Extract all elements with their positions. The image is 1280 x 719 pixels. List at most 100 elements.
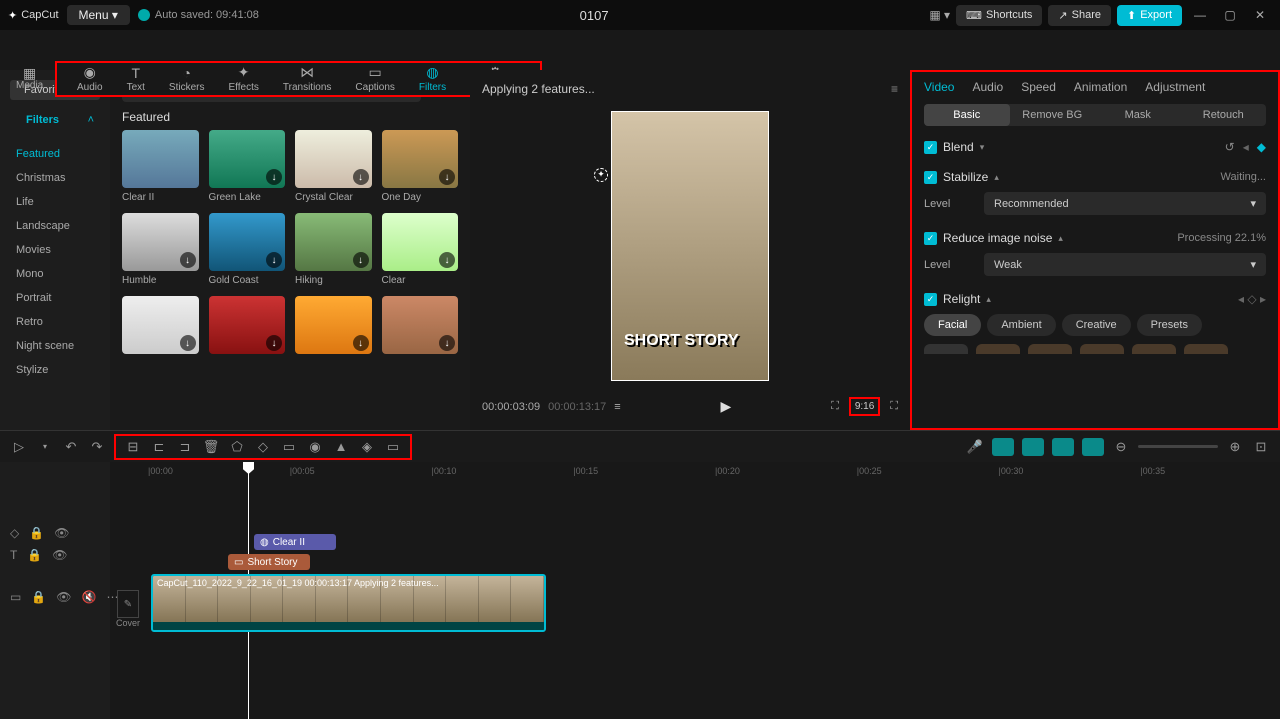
download-icon[interactable]: ↓ <box>439 169 455 185</box>
filter-item[interactable]: ↓ <box>122 296 199 354</box>
keyframe-icon[interactable]: ◆ <box>1257 140 1266 154</box>
filter-one-day[interactable]: ↓One Day <box>382 130 459 203</box>
mirror-icon[interactable]: ▲ <box>332 438 350 456</box>
split-left-icon[interactable]: ⊏ <box>150 438 168 456</box>
list-icon[interactable]: ≡ <box>614 401 620 413</box>
prop-tab-video[interactable]: Video <box>924 80 954 94</box>
sidebar-item-stylize[interactable]: Stylize <box>0 358 110 382</box>
aspect-ratio[interactable]: 9:16 <box>849 397 880 416</box>
export-button[interactable]: ⬆ Export <box>1117 5 1182 26</box>
nav-captions[interactable]: ▭Captions <box>343 63 406 96</box>
filter-gold-coast[interactable]: ↓Gold Coast <box>209 213 286 286</box>
menu-button[interactable]: Menu ▾ <box>67 5 130 25</box>
download-icon[interactable]: ↓ <box>353 169 369 185</box>
zoom-slider[interactable] <box>1138 445 1218 448</box>
timeline-ruler[interactable]: |00:00 |00:05 |00:10 |00:15 |00:20 |00:2… <box>146 466 1280 484</box>
relight-checkbox[interactable]: ✓ <box>924 293 937 306</box>
sidebar-item-featured[interactable]: Featured <box>0 142 110 166</box>
tool-icon[interactable]: ◉ <box>306 438 324 456</box>
sidebar-item-portrait[interactable]: Portrait <box>0 286 110 310</box>
dropdown-icon[interactable]: ▾ <box>36 438 54 456</box>
nav-text[interactable]: TText <box>115 63 157 96</box>
fullscreen-icon[interactable]: ⛶ <box>890 400 898 413</box>
filter-item[interactable]: ↓ <box>295 296 372 354</box>
chevron-up-icon[interactable]: ▴ <box>994 172 999 183</box>
link-button[interactable] <box>1022 438 1044 456</box>
filter-clear[interactable]: ↓Clear <box>382 213 459 286</box>
relight-tab-ambient[interactable]: Ambient <box>987 314 1055 336</box>
track-toggle-icon[interactable]: ▭ <box>10 590 21 604</box>
fit-icon[interactable]: ⊡ <box>1252 438 1270 456</box>
subtab-mask[interactable]: Mask <box>1095 104 1181 126</box>
download-icon[interactable]: ↓ <box>353 335 369 351</box>
download-icon[interactable]: ↓ <box>180 335 196 351</box>
chevron-down-icon[interactable]: ▾ <box>980 142 985 153</box>
preview-button[interactable] <box>1052 438 1074 456</box>
scale-icon[interactable]: ⛶ <box>831 400 839 413</box>
track-lock-icon[interactable]: 🔒 <box>27 548 42 562</box>
selection-tool-icon[interactable]: ▷ <box>10 438 28 456</box>
keyframe-nav-icon[interactable]: ◂ ◇ ▸ <box>1238 292 1266 306</box>
track-lock-icon[interactable]: 🔒 <box>29 526 44 540</box>
sidebar-item-christmas[interactable]: Christmas <box>0 166 110 190</box>
prop-tab-speed[interactable]: Speed <box>1021 80 1056 94</box>
track-visible-icon[interactable]: 👁 <box>54 526 69 540</box>
nav-audio[interactable]: ◉Audio <box>65 63 115 96</box>
track-lock-icon[interactable]: 🔒 <box>31 590 46 604</box>
download-icon[interactable]: ↓ <box>266 169 282 185</box>
filter-humble[interactable]: ↓Humble <box>122 213 199 286</box>
cover-button[interactable]: ✎ <box>117 590 139 618</box>
sidebar-item-life[interactable]: Life <box>0 190 110 214</box>
chevron-up-icon[interactable]: ▴ <box>1058 233 1063 244</box>
track-visible-icon[interactable]: 👁 <box>52 548 67 562</box>
reset-icon[interactable]: ↺ <box>1225 140 1235 154</box>
download-icon[interactable]: ↓ <box>266 252 282 268</box>
split-right-icon[interactable]: ⊐ <box>176 438 194 456</box>
track-text-icon[interactable]: T <box>10 548 17 562</box>
relight-preset[interactable] <box>976 344 1020 354</box>
filter-item[interactable]: ↓ <box>382 296 459 354</box>
prop-tab-adjustment[interactable]: Adjustment <box>1145 80 1205 94</box>
magnetic-button[interactable] <box>992 438 1014 456</box>
keyframe-marker-icon[interactable]: ✦ <box>594 168 608 182</box>
split-icon[interactable]: ⊟ <box>124 438 142 456</box>
delete-icon[interactable]: 🗑 <box>202 438 220 456</box>
relight-tab-presets[interactable]: Presets <box>1137 314 1202 336</box>
relight-preset[interactable] <box>1184 344 1228 354</box>
tool-icon[interactable]: ▭ <box>280 438 298 456</box>
filter-item[interactable]: ↓ <box>209 296 286 354</box>
download-icon[interactable]: ↓ <box>180 252 196 268</box>
shortcuts-button[interactable]: ⌨ Shortcuts <box>956 5 1042 26</box>
preview-menu-icon[interactable]: ≡ <box>891 82 898 96</box>
minimize-button[interactable]: — <box>1188 8 1212 22</box>
crop-icon[interactable]: ▭ <box>384 438 402 456</box>
download-icon[interactable]: ↓ <box>439 252 455 268</box>
undo-icon[interactable]: ↶ <box>62 438 80 456</box>
preview-video[interactable]: ✦ SHORT STORY <box>611 111 769 381</box>
share-button[interactable]: ↗ Share <box>1048 5 1111 26</box>
video-clip[interactable]: CapCut_110_2022_9_22_16_01_19 00:00:13:1… <box>151 574 546 632</box>
close-button[interactable]: ✕ <box>1248 8 1272 22</box>
caption-clip[interactable]: ▭ Short Story <box>228 554 310 570</box>
relight-tab-facial[interactable]: Facial <box>924 314 981 336</box>
subtab-removebg[interactable]: Remove BG <box>1010 104 1096 126</box>
filter-crystal-clear[interactable]: ↓Crystal Clear <box>295 130 372 203</box>
sidebar-item-movies[interactable]: Movies <box>0 238 110 262</box>
download-icon[interactable]: ↓ <box>439 335 455 351</box>
prop-tab-animation[interactable]: Animation <box>1074 80 1127 94</box>
prop-tab-audio[interactable]: Audio <box>972 80 1003 94</box>
subtab-basic[interactable]: Basic <box>924 104 1010 126</box>
zoom-in-icon[interactable]: ⊕ <box>1226 438 1244 456</box>
filter-hiking[interactable]: ↓Hiking <box>295 213 372 286</box>
sidebar-item-landscape[interactable]: Landscape <box>0 214 110 238</box>
nav-filters[interactable]: ◍Filters <box>407 63 458 96</box>
relight-preset[interactable] <box>924 344 968 354</box>
filter-green-lake[interactable]: ↓Green Lake <box>209 130 286 203</box>
filter-clip[interactable]: ◍ Clear II <box>254 534 336 550</box>
tool-icon[interactable]: ⬠ <box>228 438 246 456</box>
relight-tab-creative[interactable]: Creative <box>1062 314 1131 336</box>
noise-checkbox[interactable]: ✓ <box>924 232 937 245</box>
maximize-button[interactable]: ▢ <box>1218 8 1242 22</box>
zoom-out-icon[interactable]: ⊖ <box>1112 438 1130 456</box>
filter-clear-ii[interactable]: Clear II <box>122 130 199 203</box>
